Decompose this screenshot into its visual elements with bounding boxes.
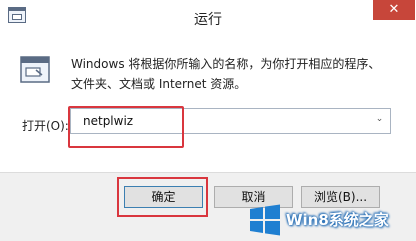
run-icon <box>20 56 50 83</box>
description-line-2: 文件夹、文档或 Internet 资源。 <box>71 77 247 91</box>
description-line-1: Windows 将根据你所输入的名称，为你打开相应的程序、 <box>71 57 381 71</box>
ok-highlight-box <box>117 177 208 217</box>
input-highlight-box <box>68 106 184 148</box>
watermark: Win8系统之家 <box>248 203 416 239</box>
title-bar: 运行 ✕ <box>0 0 416 36</box>
description-text: Windows 将根据你所输入的名称，为你打开相应的程序、 文件夹、文档或 In… <box>71 54 401 94</box>
watermark-text: Win8系统之家 <box>286 211 389 229</box>
open-label: 打开(O): <box>22 119 69 133</box>
windows-logo-icon <box>250 204 280 236</box>
chevron-down-icon[interactable]: ⌄ <box>374 114 385 125</box>
close-button[interactable]: ✕ <box>373 0 415 20</box>
window-title: 运行 <box>194 12 222 28</box>
